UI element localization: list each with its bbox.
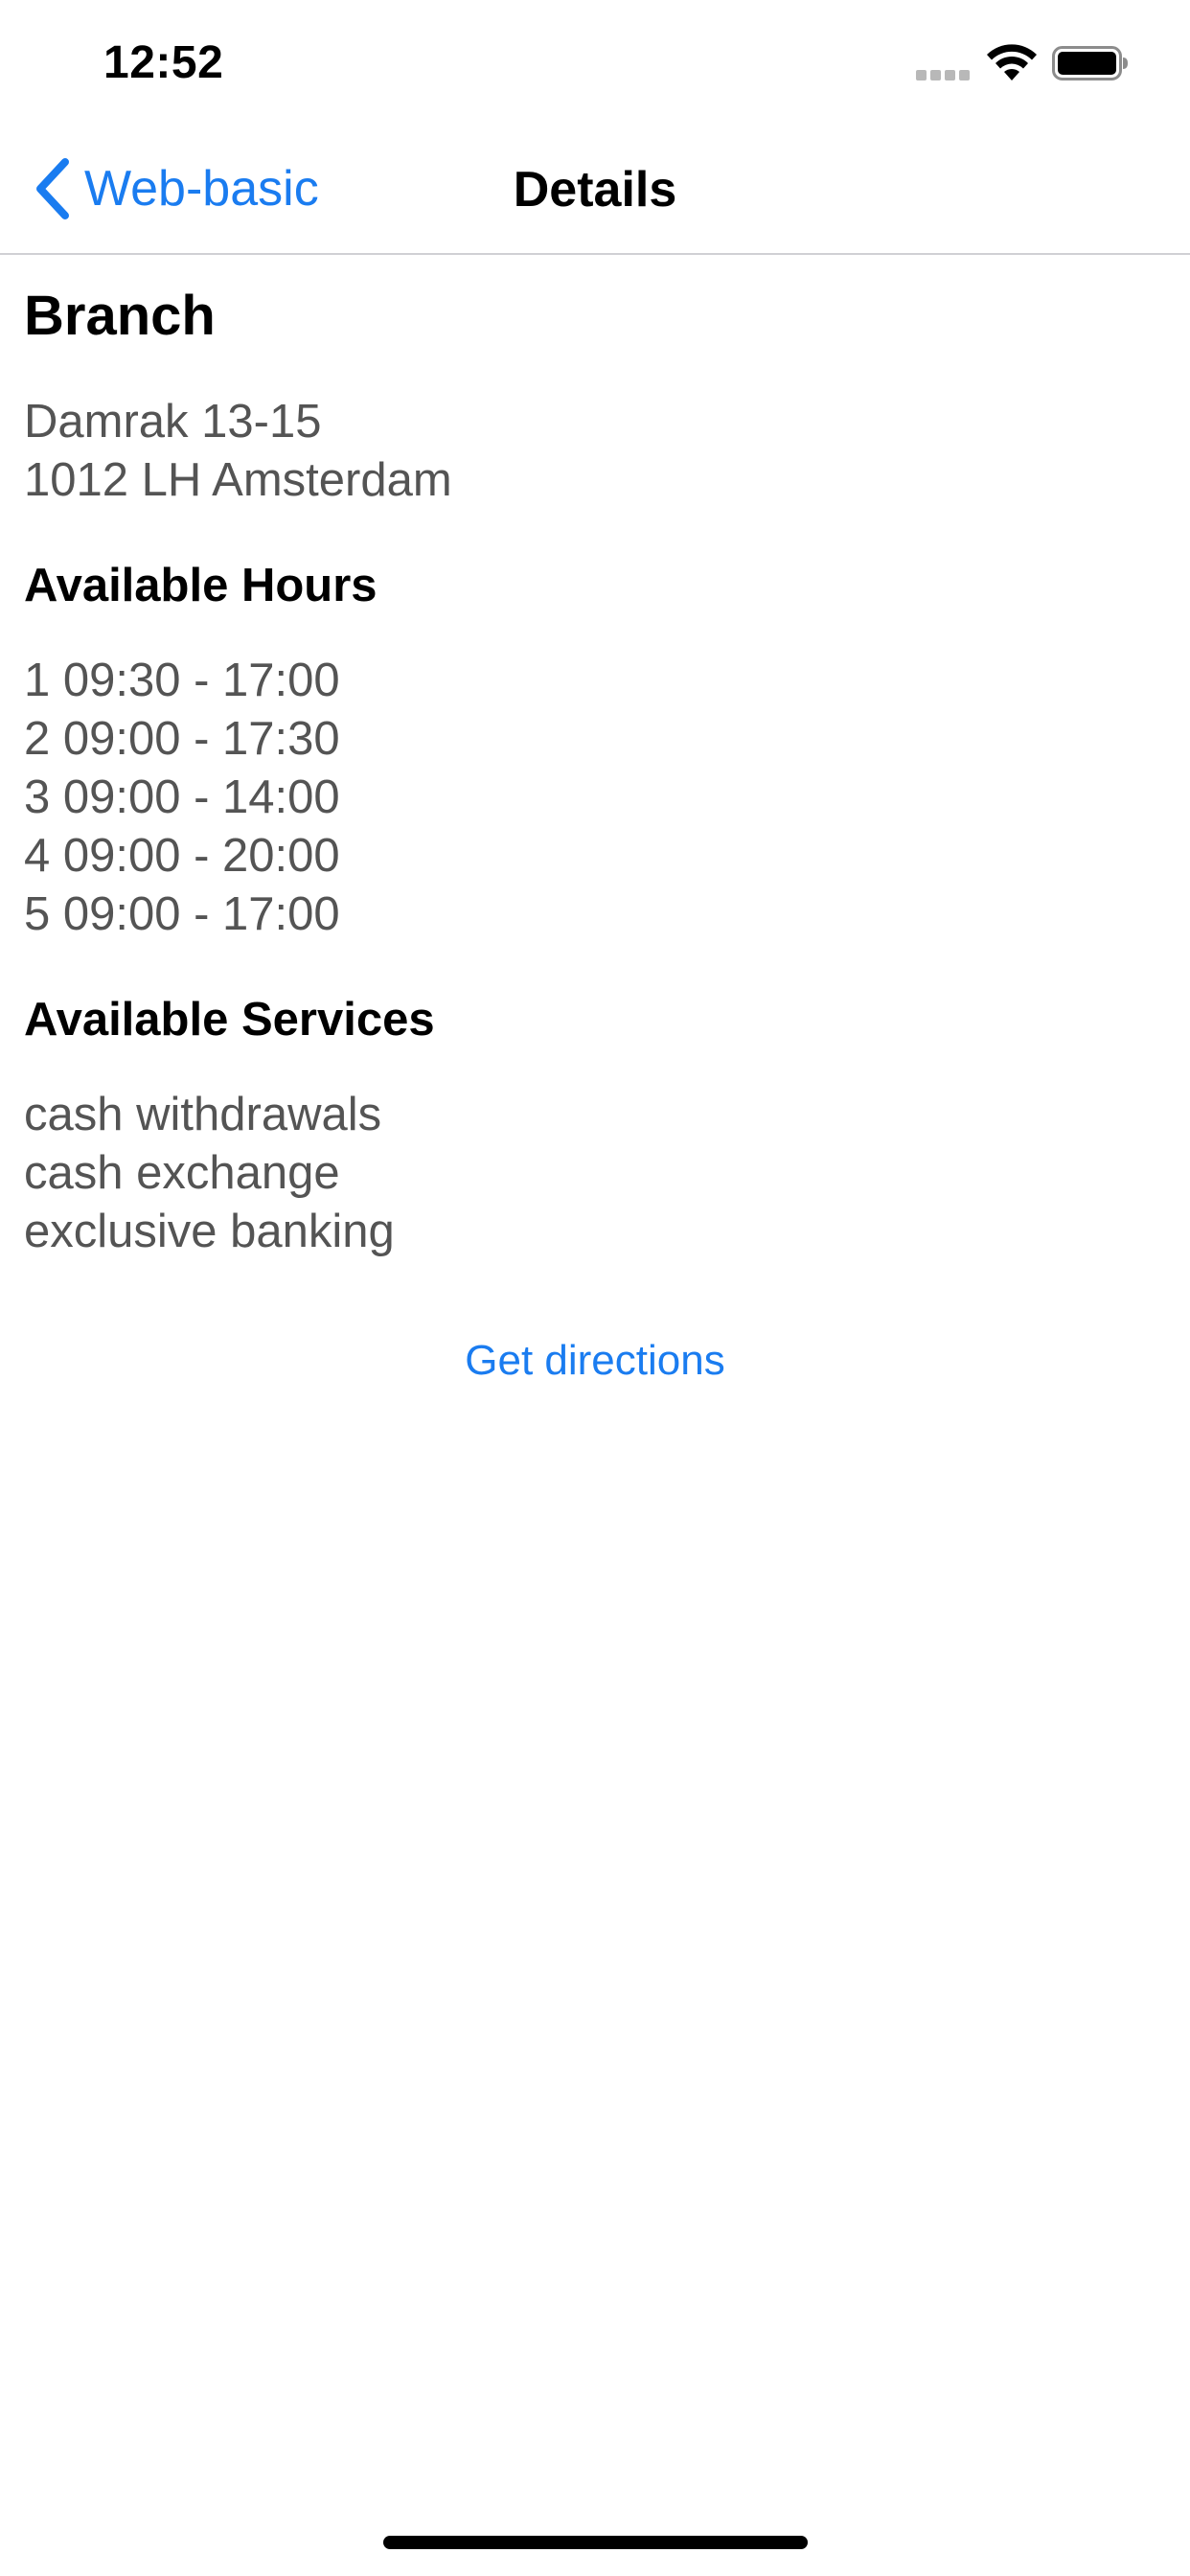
hours-item: 2 09:00 - 17:30 bbox=[24, 713, 340, 765]
hours-item: 1 09:30 - 17:00 bbox=[24, 655, 340, 706]
battery-icon bbox=[1052, 46, 1128, 80]
navigation-bar: Web-basic Details bbox=[0, 126, 1190, 255]
page-title: Details bbox=[513, 162, 677, 218]
home-indicator bbox=[383, 2536, 808, 2549]
status-time: 12:52 bbox=[103, 37, 224, 88]
hours-item: 3 09:00 - 14:00 bbox=[24, 771, 340, 823]
branch-address: Damrak 13-15 1012 LH Amsterdam bbox=[24, 393, 1164, 510]
status-bar: 12:52 bbox=[0, 0, 1190, 126]
address-line: 1012 LH Amsterdam bbox=[24, 454, 452, 506]
service-item: cash exchange bbox=[24, 1147, 340, 1199]
signal-icon bbox=[916, 67, 972, 80]
hours-item: 4 09:00 - 20:00 bbox=[24, 830, 340, 882]
address-line: Damrak 13-15 bbox=[24, 396, 322, 448]
branch-title: Branch bbox=[24, 285, 216, 347]
services-title: Available Services bbox=[24, 994, 435, 1046]
services-list: cash withdrawals cash exchange exclusive… bbox=[24, 1086, 1164, 1261]
service-item: exclusive banking bbox=[24, 1206, 395, 1257]
details-content: Branch Damrak 13-15 1012 LH Amsterdam Av… bbox=[24, 255, 1164, 1261]
hours-list: 1 09:30 - 17:00 2 09:00 - 17:30 3 09:00 … bbox=[24, 652, 1164, 944]
get-directions-button[interactable]: Get directions bbox=[0, 1337, 1190, 1385]
hours-title: Available Hours bbox=[24, 560, 378, 611]
service-item: cash withdrawals bbox=[24, 1089, 382, 1140]
wifi-icon bbox=[987, 44, 1037, 80]
hours-item: 5 09:00 - 17:00 bbox=[24, 888, 340, 940]
